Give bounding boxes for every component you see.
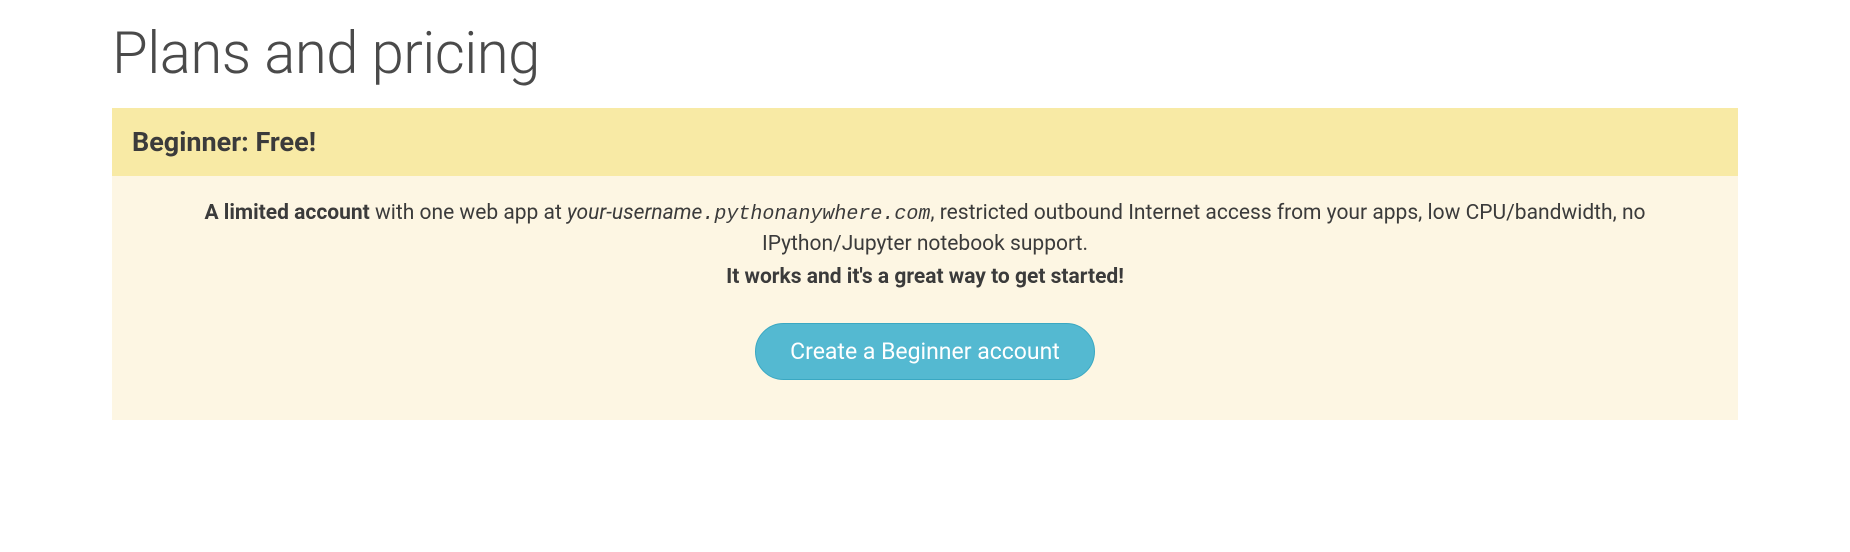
pricing-page: Plans and pricing Beginner: Free! A limi… <box>0 0 1850 460</box>
plan-description: A limited account with one web app at yo… <box>140 198 1710 259</box>
plan-desc-username: your-username <box>567 201 702 225</box>
beginner-plan-card: Beginner: Free! A limited account with o… <box>112 108 1738 420</box>
create-beginner-account-button[interactable]: Create a Beginner account <box>755 323 1095 380</box>
plan-desc-domain: .pythonanywhere.com <box>702 203 930 226</box>
plan-header: Beginner: Free! <box>112 108 1738 176</box>
plan-tagline: It works and it's a great way to get sta… <box>140 265 1710 289</box>
plan-header-title: Beginner: Free! <box>132 126 1718 158</box>
page-title: Plans and pricing <box>112 20 1738 88</box>
plan-desc-part1: with one web app at <box>370 201 567 225</box>
plan-body: A limited account with one web app at yo… <box>112 176 1738 420</box>
plan-desc-bold-lead: A limited account <box>204 201 369 225</box>
